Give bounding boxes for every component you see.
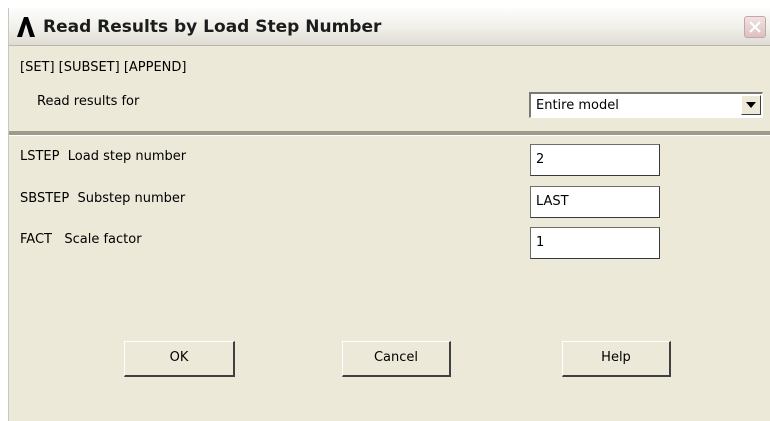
sbstep-label: SBSTEP Substep number [20,191,185,206]
window-title: Read Results by Load Step Number [43,17,382,37]
fact-description: Scale factor [64,232,142,247]
divider [9,131,770,136]
lstep-label: LSTEP Load step number [20,149,186,164]
close-icon [749,21,761,33]
ok-button[interactable]: OK [124,341,235,377]
fact-name: FACT [20,232,52,247]
read-results-selected: Entire model [536,98,619,113]
chevron-down-icon [746,102,756,108]
lstep-description: Load step number [67,149,187,164]
lstep-name: LSTEP [20,149,60,164]
ansys-logo-icon [15,16,37,38]
read-results-label: Read results for [37,94,140,109]
title-bar[interactable]: Read Results by Load Step Number [9,8,770,46]
lstep-input[interactable]: 2 [530,144,660,176]
cancel-button[interactable]: Cancel [342,341,451,377]
help-button[interactable]: Help [562,341,671,377]
sbstep-input[interactable]: LAST [530,186,660,218]
fact-label: FACT Scale factor [20,232,142,247]
dialog-window: Read Results by Load Step Number [SET] [… [8,8,770,421]
read-results-dropdown[interactable]: Entire model [529,92,763,118]
sbstep-name: SBSTEP [20,191,70,206]
close-button[interactable] [744,16,766,38]
dropdown-button[interactable] [741,95,761,115]
sbstep-description: Substep number [77,191,186,206]
command-syntax: [SET] [SUBSET] [APPEND] [20,60,187,75]
fact-input[interactable]: 1 [530,227,660,259]
